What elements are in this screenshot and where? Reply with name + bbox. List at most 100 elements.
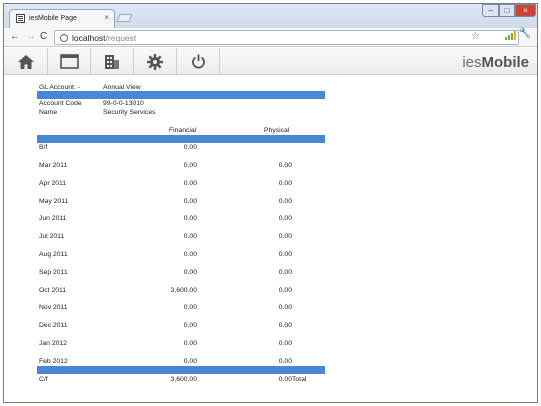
name-label: Name: [39, 109, 58, 116]
row-financial: 0.00: [183, 268, 197, 276]
row-physical: 0.00: [278, 251, 292, 258]
name-value: Security Services: [103, 109, 156, 116]
row-label: Sep 2011: [39, 268, 68, 276]
browser-tab[interactable]: iesMobile Page ×: [9, 9, 115, 28]
row-financial: 0.00: [183, 251, 197, 258]
reload-button[interactable]: C: [40, 31, 47, 42]
row-physical: 0.00: [278, 215, 292, 223]
url-path: /request: [105, 33, 137, 43]
row-financial: 0.00: [183, 215, 197, 223]
row-financial: 0.00: [183, 179, 197, 187]
table-row: Jul 2011 0.00 0.00: [37, 233, 327, 242]
physical-column-header: Physical: [264, 127, 290, 134]
cf-row: C/f 3,600.00 0.00 Total: [37, 376, 327, 385]
table-row: Apr 2011 0.00 0.00: [37, 180, 327, 189]
title-bar: iesMobile Page × – □ ×: [4, 4, 537, 28]
window-icon: [59, 54, 79, 69]
brand-suffix: Mobile: [481, 54, 530, 71]
cf-financial: 3,600.00: [170, 376, 197, 383]
cf-physical: 0.00: [278, 376, 292, 383]
tab-title: iesMobile Page: [29, 15, 77, 22]
close-window-button[interactable]: ×: [515, 4, 536, 17]
row-label: Jul 2011: [39, 233, 65, 241]
row-physical: 0.00: [278, 340, 292, 347]
row-physical: 0.00: [278, 179, 292, 187]
bf-financial: 0.00: [183, 144, 197, 151]
table-row: Oct 2011 3,600.00 0.00: [37, 287, 327, 296]
cf-total-label: Total: [292, 376, 307, 383]
row-physical: 0.00: [278, 268, 292, 276]
row-label: Jan 2012: [39, 340, 67, 347]
row-physical: 0.00: [278, 197, 292, 205]
row-financial: 0.00: [183, 357, 197, 365]
page-favicon-icon: [16, 14, 25, 23]
row-label: Apr 2011: [39, 179, 67, 187]
brand-prefix: ies: [462, 54, 482, 71]
bookmark-star-icon[interactable]: ☆: [471, 31, 480, 42]
building-button[interactable]: [91, 48, 134, 75]
row-label: Nov 2011: [39, 304, 68, 312]
address-bar[interactable]: localhost/request ☆: [54, 30, 519, 45]
row-physical: 0.00: [278, 322, 292, 330]
home-button[interactable]: [4, 48, 48, 75]
table-row: May 2011 0.00 0.00: [37, 198, 327, 207]
bf-row: B/f 0.00: [37, 144, 327, 153]
table-row: Aug 2011 0.00 0.00: [37, 251, 327, 260]
forward-button[interactable]: →: [26, 31, 36, 42]
page-info-icon[interactable]: [60, 34, 68, 42]
power-icon: [191, 54, 205, 69]
table-row: Sep 2011 0.00 0.00: [37, 269, 327, 278]
back-button[interactable]: ←: [10, 31, 20, 42]
settings-button[interactable]: [134, 48, 177, 75]
home-icon: [17, 54, 34, 69]
financial-column-header: Financial: [169, 127, 197, 134]
row-label: Mar 2011: [39, 162, 68, 169]
row-label: May 2011: [39, 197, 69, 205]
row-physical: 0.00: [278, 304, 292, 312]
account-code-label: Account Code: [39, 100, 82, 107]
url-text: localhost/request: [72, 33, 136, 43]
brand-logo: iesMobile: [462, 54, 529, 71]
wrench-menu-icon[interactable]: 🔧: [519, 28, 531, 39]
row-physical: 0.00: [278, 233, 292, 241]
browser-toolbar: ← → C localhost/request ☆ 🔧: [4, 28, 537, 47]
row-label: Feb 2012: [39, 357, 68, 365]
url-host: localhost: [72, 33, 106, 43]
view-label: Annual View: [103, 84, 141, 91]
row-financial: 0.00: [183, 162, 197, 169]
gl-account-label: GL Account: -: [39, 84, 80, 91]
table-row: Nov 2011 0.00 0.00: [37, 304, 327, 313]
row-financial: 0.00: [183, 322, 197, 330]
row-financial: 0.00: [183, 233, 197, 241]
gear-icon: [147, 53, 163, 70]
cf-label: C/f: [39, 376, 48, 383]
table-row: Mar 2011 0.00 0.00: [37, 162, 327, 171]
new-tab-button[interactable]: [116, 14, 133, 22]
row-financial: 3,600.00: [170, 286, 197, 294]
row-physical: 0.00: [278, 162, 292, 169]
account-code-value: 99-0-0-13010: [103, 100, 144, 107]
row-physical: 0.00: [278, 357, 292, 365]
row-financial: 0.00: [183, 197, 197, 205]
row-financial: 0.00: [183, 304, 197, 312]
window-button[interactable]: [48, 48, 91, 75]
header-divider-bar: [37, 91, 325, 99]
app-toolbar: iesMobile: [4, 48, 537, 75]
table-row: Jan 2012 0.00 0.00: [37, 340, 327, 349]
footer-divider-bar: [37, 366, 325, 374]
row-label: Jun 2011: [39, 215, 67, 223]
minimize-button[interactable]: –: [482, 4, 499, 17]
row-label: Aug 2011: [39, 251, 68, 258]
building-icon: [105, 54, 119, 69]
row-financial: 0.00: [183, 340, 197, 347]
row-label: Dec 2011: [39, 322, 68, 330]
row-physical: 0.00: [278, 286, 292, 294]
table-row: Jun 2011 0.00 0.00: [37, 215, 327, 224]
logout-button[interactable]: [177, 48, 220, 75]
row-label: Oct 2011: [39, 286, 67, 294]
bf-label: B/f: [39, 144, 48, 151]
tab-close-icon[interactable]: ×: [104, 13, 109, 22]
maximize-button[interactable]: □: [499, 4, 515, 17]
column-divider-bar: [37, 135, 325, 143]
signal-extension-icon[interactable]: [505, 31, 516, 40]
